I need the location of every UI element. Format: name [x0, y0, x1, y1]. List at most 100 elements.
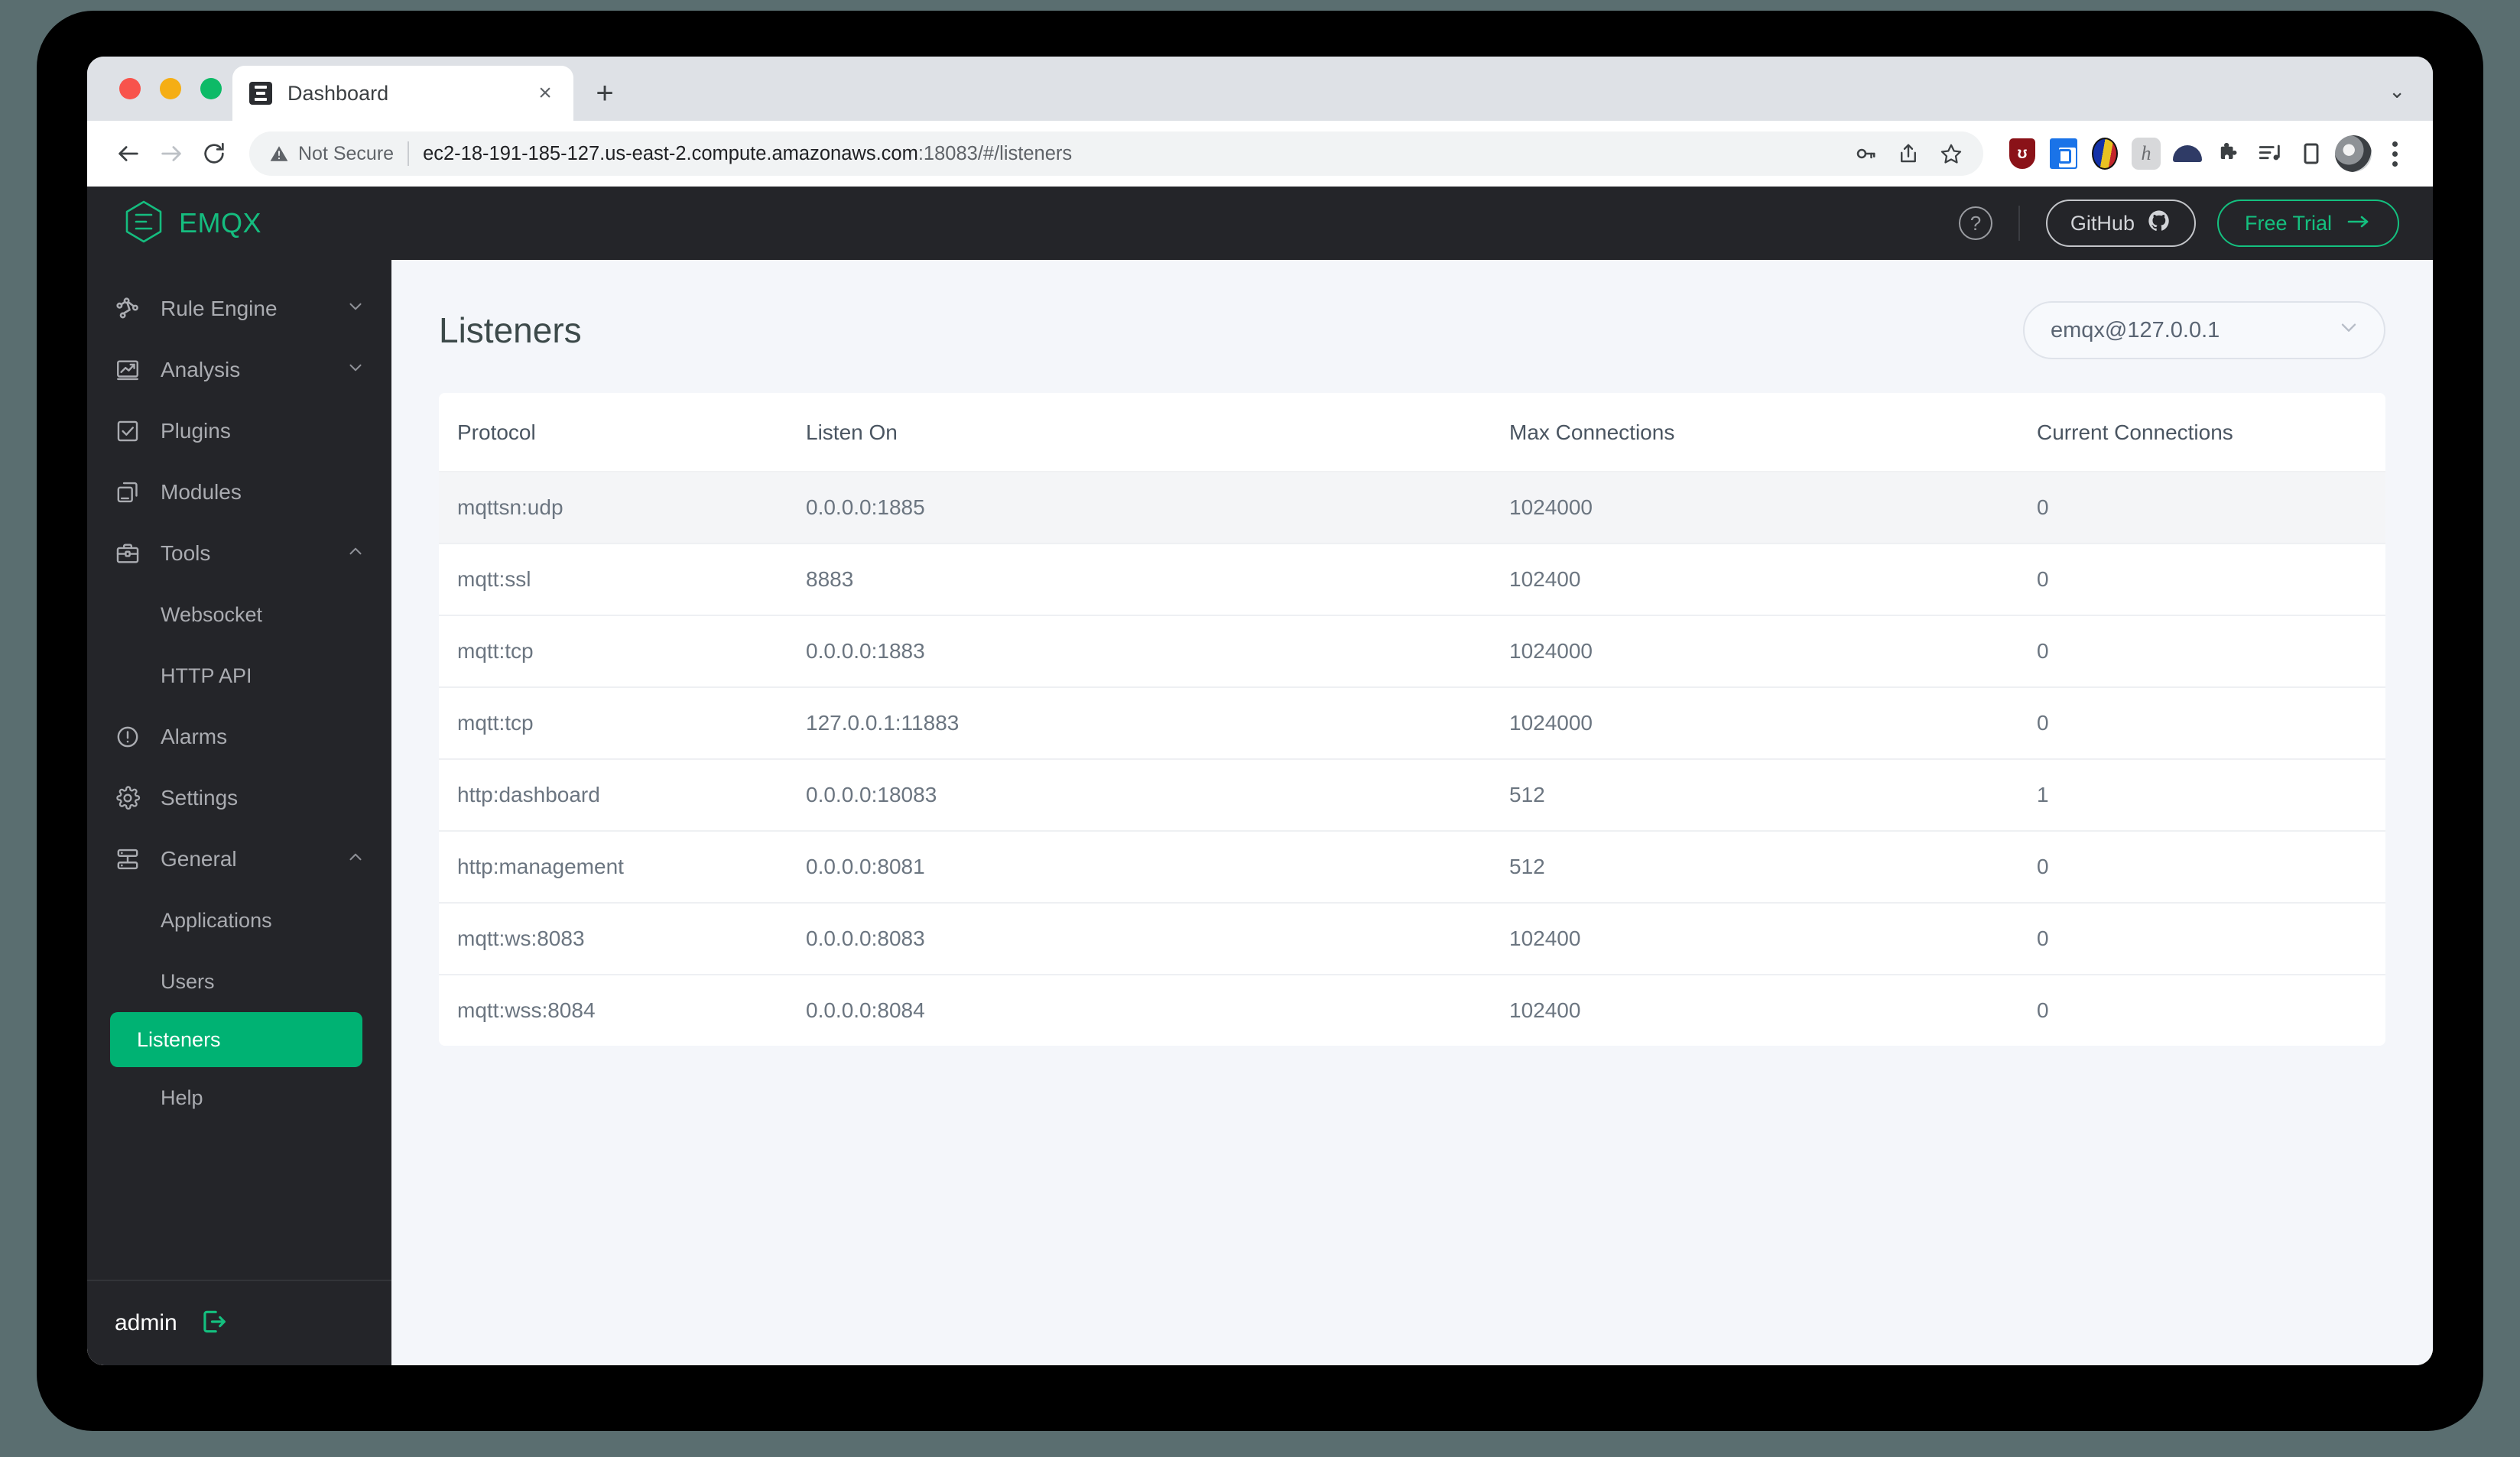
share-icon[interactable] — [1888, 134, 1928, 174]
table-row[interactable]: mqtt:ws:8083 0.0.0.0:8083 102400 0 — [439, 902, 2385, 975]
emqx-logo-icon — [124, 200, 164, 248]
sidebar-item-rule-engine[interactable]: Rule Engine — [87, 278, 391, 339]
sidebar-item-http-api[interactable]: HTTP API — [87, 645, 391, 706]
table-row[interactable]: http:dashboard 0.0.0.0:18083 512 1 — [439, 758, 2385, 831]
chevron-down-icon — [2337, 315, 2361, 346]
close-window-button[interactable] — [119, 78, 141, 99]
sidebar: Rule Engine Analysis Plugins Modules Too… — [87, 260, 391, 1365]
table-row[interactable]: mqtt:wss:8084 0.0.0.0:8084 102400 0 — [439, 974, 2385, 1046]
sidebar-item-label: HTTP API — [161, 664, 252, 687]
cell-protocol: http:dashboard — [439, 758, 806, 831]
help-icon[interactable]: ? — [1958, 206, 1992, 240]
cell-protocol: mqttsn:udp — [439, 471, 806, 544]
reader-mode-icon[interactable] — [2294, 136, 2329, 171]
current-user-label: admin — [115, 1310, 177, 1335]
logout-icon[interactable] — [199, 1307, 228, 1340]
sidebar-item-label: Tools — [161, 541, 211, 565]
node-selector-value: emqx@127.0.0.1 — [2051, 317, 2220, 342]
honey-extension-icon[interactable]: h — [2129, 136, 2164, 171]
browser-window: Dashboard × + ⌄ Not Secure ec2-18-191-18… — [87, 57, 2433, 1365]
omnibox-actions — [1846, 134, 1976, 174]
minimize-window-button[interactable] — [160, 78, 181, 99]
chevron-down-icon — [346, 358, 365, 383]
reload-icon[interactable] — [193, 132, 235, 175]
cell-listen-on: 0.0.0.0:1883 — [806, 615, 1509, 687]
url-domain: ec2-18-191-185-127.us-east-2.compute.ama… — [423, 142, 918, 164]
cell-listen-on: 0.0.0.0:18083 — [806, 758, 1509, 831]
cell-current-connections: 0 — [2037, 686, 2385, 759]
playlist-icon[interactable] — [2252, 136, 2288, 171]
profile-avatar[interactable] — [2335, 135, 2372, 172]
cell-protocol: mqtt:ssl — [439, 543, 806, 615]
sidebar-item-users[interactable]: Users — [87, 951, 391, 1012]
not-secure-warning-icon — [269, 144, 289, 164]
table-row[interactable]: http:management 0.0.0.0:8081 512 0 — [439, 830, 2385, 903]
password-key-icon[interactable] — [1846, 134, 1885, 174]
forward-icon[interactable] — [150, 132, 193, 175]
column-header-listen-on: Listen On — [806, 393, 1509, 472]
dome-extension-icon[interactable] — [2170, 136, 2205, 171]
app-header: EMQX ? GitHub Free Trial — [87, 187, 2433, 260]
sidebar-item-label: Analysis — [161, 358, 241, 381]
extensions-puzzle-icon[interactable] — [2211, 136, 2246, 171]
sidebar-item-alarms[interactable]: Alarms — [87, 706, 391, 767]
table-row[interactable]: mqtt:ssl 8883 102400 0 — [439, 543, 2385, 615]
sidebar-item-label: Websocket — [161, 602, 263, 626]
table-header-row: Protocol Listen On Max Connections Curre… — [439, 393, 2385, 472]
sidebar-item-settings[interactable]: Settings — [87, 767, 391, 829]
sidebar-item-websocket[interactable]: Websocket — [87, 584, 391, 645]
sidebar-footer: admin — [87, 1280, 391, 1365]
arrow-right-icon — [2346, 212, 2372, 235]
cell-listen-on: 8883 — [806, 543, 1509, 615]
bookmark-star-icon[interactable] — [1931, 134, 1971, 174]
alarms-icon — [115, 724, 150, 750]
sidebar-item-plugins[interactable]: Plugins — [87, 401, 391, 462]
maximize-window-button[interactable] — [200, 78, 222, 99]
password-manager-icon[interactable] — [2046, 136, 2081, 171]
sidebar-item-label: Modules — [161, 480, 242, 504]
sidebar-item-label: Plugins — [161, 419, 231, 443]
browser-menu-icon[interactable] — [2378, 135, 2411, 172]
ublock-origin-icon[interactable]: ʊ — [2005, 136, 2040, 171]
cell-max-connections: 512 — [1509, 758, 2037, 831]
divider — [408, 141, 410, 166]
brand-name: EMQX — [179, 207, 262, 239]
cell-current-connections: 0 — [2037, 902, 2385, 975]
table-row[interactable]: mqtt:tcp 0.0.0.0:1883 1024000 0 — [439, 615, 2385, 687]
sidebar-nav: Rule Engine Analysis Plugins Modules Too… — [87, 260, 391, 1280]
colorful-extension-icon[interactable] — [2087, 136, 2122, 171]
sidebar-item-analysis[interactable]: Analysis — [87, 339, 391, 401]
security-status-label: Not Secure — [298, 142, 395, 164]
free-trial-button[interactable]: Free Trial — [2216, 200, 2399, 247]
sidebar-item-modules[interactable]: Modules — [87, 462, 391, 523]
cell-max-connections: 102400 — [1509, 974, 2037, 1046]
sidebar-item-help[interactable]: Help — [87, 1067, 391, 1128]
github-button-label: GitHub — [2070, 211, 2135, 235]
back-icon[interactable] — [107, 132, 150, 175]
plugins-icon — [115, 418, 150, 444]
table-row[interactable]: mqttsn:udp 0.0.0.0:1885 1024000 0 — [439, 471, 2385, 544]
extension-icons: ʊ h — [2005, 135, 2411, 172]
close-icon[interactable]: × — [531, 79, 560, 108]
github-button[interactable]: GitHub — [2045, 200, 2196, 247]
emqx-favicon — [249, 82, 272, 105]
address-bar[interactable]: Not Secure ec2-18-191-185-127.us-east-2.… — [249, 131, 1983, 176]
app-header-actions: ? GitHub Free Trial — [1958, 200, 2399, 247]
cell-max-connections: 102400 — [1509, 543, 2037, 615]
listeners-table: Protocol Listen On Max Connections Curre… — [439, 393, 2385, 1046]
cell-max-connections: 1024000 — [1509, 615, 2037, 687]
url-text: ec2-18-191-185-127.us-east-2.compute.ama… — [423, 143, 1072, 165]
browser-tab[interactable]: Dashboard × — [232, 66, 573, 121]
node-selector[interactable]: emqx@127.0.0.1 — [2023, 301, 2385, 359]
brand[interactable]: EMQX — [124, 200, 261, 248]
sidebar-item-tools[interactable]: Tools — [87, 523, 391, 584]
sidebar-item-listeners[interactable]: Listeners — [110, 1012, 362, 1067]
chevron-down-icon[interactable]: ⌄ — [2388, 80, 2405, 103]
url-path: :18083/#/listeners — [917, 142, 1073, 164]
cell-current-connections: 0 — [2037, 543, 2385, 615]
new-tab-button[interactable]: + — [584, 73, 625, 114]
table-row[interactable]: mqtt:tcp 127.0.0.1:11883 1024000 0 — [439, 686, 2385, 759]
sidebar-item-general[interactable]: General — [87, 829, 391, 890]
sidebar-item-applications[interactable]: Applications — [87, 890, 391, 951]
sidebar-item-label: Users — [161, 969, 215, 993]
